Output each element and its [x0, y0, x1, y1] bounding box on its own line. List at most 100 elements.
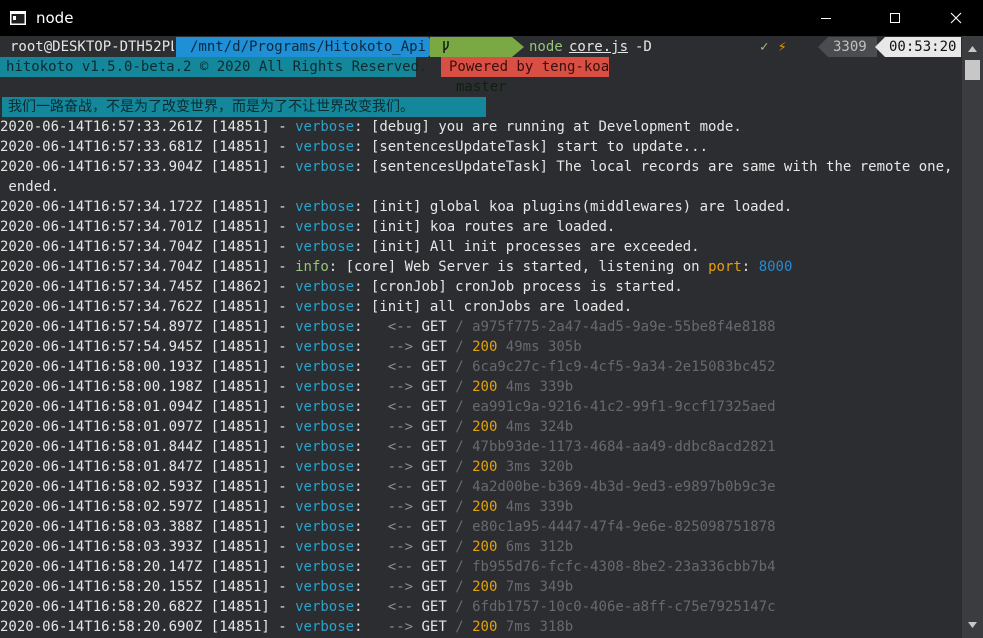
log-line: 2020-06-14T16:58:01.847Z [14851] - verbose:… — [0, 457, 962, 477]
log-level: verbose — [295, 219, 355, 235]
log-line: 2020-06-14T16:58:20.147Z [14851] - verbose:… — [0, 557, 962, 577]
log-status: 200 — [472, 339, 498, 355]
scrollbar-thumb[interactable] — [965, 60, 980, 80]
log-pid: [14851] — [210, 299, 270, 315]
log-timestamp: 2020-06-14T16:58:03.393Z — [0, 539, 203, 555]
log-timestamp: 2020-06-14T16:58:00.193Z — [0, 359, 203, 375]
log-timing: 7ms 318b — [505, 619, 574, 635]
log-pid: [14851] — [210, 379, 270, 395]
log-separator: - — [278, 579, 287, 595]
log-colon: : — [354, 519, 363, 535]
log-separator: - — [278, 339, 287, 355]
prompt-path: /mnt/d/Programs/Hitokoto_Api — [176, 37, 428, 57]
log-separator: - — [278, 399, 287, 415]
log-line: 2020-06-14T16:57:34.172Z [14851] - verbose:… — [0, 197, 962, 217]
prompt-pid: 3309 — [828, 37, 877, 57]
log-separator: - — [278, 479, 287, 495]
log-separator: - — [278, 199, 287, 215]
log-method: GET — [421, 459, 447, 475]
powerline-left-arrow-icon — [818, 37, 828, 57]
log-line: 2020-06-14T16:58:01.097Z [14851] - verbose:… — [0, 417, 962, 437]
log-line: 2020-06-14T16:57:33.261Z [14851] - verbose:… — [0, 117, 962, 137]
log-direction: --> — [387, 619, 414, 635]
log-timestamp: 2020-06-14T16:58:01.094Z — [0, 399, 203, 415]
maximize-button[interactable] — [872, 0, 918, 36]
log-colon: : — [354, 379, 363, 395]
log-message: [cronJob] cronJob process is started. — [370, 279, 683, 295]
log-level: verbose — [295, 279, 355, 295]
log-pid: [14851] — [210, 359, 270, 375]
log-slash: / — [455, 519, 464, 535]
cmd-file: core.js — [569, 39, 629, 55]
log-request-id: 6ca9c27c-f1c9-4cf5-9a34-2e15083bc452 — [472, 359, 776, 375]
log-message: [init] koa routes are loaded. — [370, 219, 616, 235]
log-separator: - — [278, 379, 287, 395]
log-timestamp: 2020-06-14T16:57:34.704Z — [0, 239, 203, 255]
log-message: [sentencesUpdateTask] start to update... — [370, 139, 709, 155]
log-request-id: 47bb93de-1173-4684-aa49-ddbc8acd2821 — [472, 439, 776, 455]
prompt-branch: master — [456, 79, 507, 95]
log-status: 200 — [472, 539, 498, 555]
log-separator: - — [278, 599, 287, 615]
log-timestamp: 2020-06-14T16:57:54.945Z — [0, 339, 203, 355]
log-method: GET — [421, 479, 447, 495]
log-line: 2020-06-14T16:57:33.681Z [14851] - verbose:… — [0, 137, 962, 157]
log-pid: [14851] — [210, 199, 270, 215]
log-timestamp: 2020-06-14T16:57:33.261Z — [0, 119, 203, 135]
log-pid: [14851] — [210, 479, 270, 495]
log-timing: 6ms 312b — [505, 539, 574, 555]
log-timestamp: 2020-06-14T16:57:33.681Z — [0, 139, 203, 155]
log-direction: <-- — [387, 519, 414, 535]
log-colon: : — [328, 259, 338, 275]
log-request-id: 4a2d00be-b369-4b3d-9ed3-e9897b0b9c3e — [472, 479, 776, 495]
log-status: 200 — [472, 459, 498, 475]
minimize-button[interactable] — [803, 0, 849, 36]
log-level: verbose — [295, 439, 355, 455]
log-level: verbose — [295, 359, 355, 375]
log-message: [debug] you are running at Development m… — [370, 119, 742, 135]
log-pid: [14862] — [210, 279, 270, 295]
log-direction: --> — [387, 539, 414, 555]
log-line: 2020-06-14T16:57:33.904Z [14851] - verbose:… — [0, 157, 962, 177]
log-pid: [14851] — [210, 419, 270, 435]
log-slash: / — [455, 379, 464, 395]
log-pid: [14851] — [210, 119, 270, 135]
log-method: GET — [421, 419, 447, 435]
log-method: GET — [421, 579, 447, 595]
prompt-time: 00:53:20 — [885, 37, 961, 57]
terminal-output[interactable]: root@DESKTOP-DTH52PL /mnt/d/Programs/Hit… — [0, 36, 962, 638]
log-colon: : — [354, 399, 363, 415]
log-colon: : — [354, 619, 363, 635]
log-timing: 4ms 339b — [505, 499, 574, 515]
log-slash: / — [455, 339, 464, 355]
log-timing: 3ms 320b — [505, 459, 574, 475]
log-timing: 7ms 349b — [505, 579, 574, 595]
log-direction: --> — [387, 339, 414, 355]
scrollbar[interactable] — [962, 36, 983, 638]
log-pid: [14851] — [210, 559, 270, 575]
log-message: [init] All init processes are exceeded. — [370, 239, 700, 255]
log-timestamp: 2020-06-14T16:58:01.847Z — [0, 459, 203, 475]
log-level: verbose — [295, 139, 355, 155]
log-method: GET — [421, 319, 447, 335]
log-direction: <-- — [387, 439, 414, 455]
log-slash: / — [455, 619, 464, 635]
close-button[interactable] — [933, 0, 979, 36]
log-direction: <-- — [387, 479, 414, 495]
log-timestamp: 2020-06-14T16:57:34.172Z — [0, 199, 203, 215]
log-colon: : — [354, 319, 363, 335]
log-slash: / — [455, 479, 464, 495]
log-status: 200 — [472, 619, 498, 635]
log-slash: / — [455, 359, 464, 375]
log-separator: - — [278, 359, 287, 375]
log-line: 2020-06-14T16:58:20.155Z [14851] - verbose:… — [0, 577, 962, 597]
log-line: 2020-06-14T16:58:00.193Z [14851] - verbose:… — [0, 357, 962, 377]
log-status: 200 — [472, 419, 498, 435]
log-timestamp: 2020-06-14T16:57:33.904Z — [0, 159, 203, 175]
log-level: verbose — [295, 199, 355, 215]
log-colon: : — [354, 419, 363, 435]
log-separator: - — [278, 219, 287, 235]
log-timestamp: 2020-06-14T16:58:02.597Z — [0, 499, 203, 515]
log-method: GET — [421, 539, 447, 555]
log-separator: - — [278, 419, 287, 435]
